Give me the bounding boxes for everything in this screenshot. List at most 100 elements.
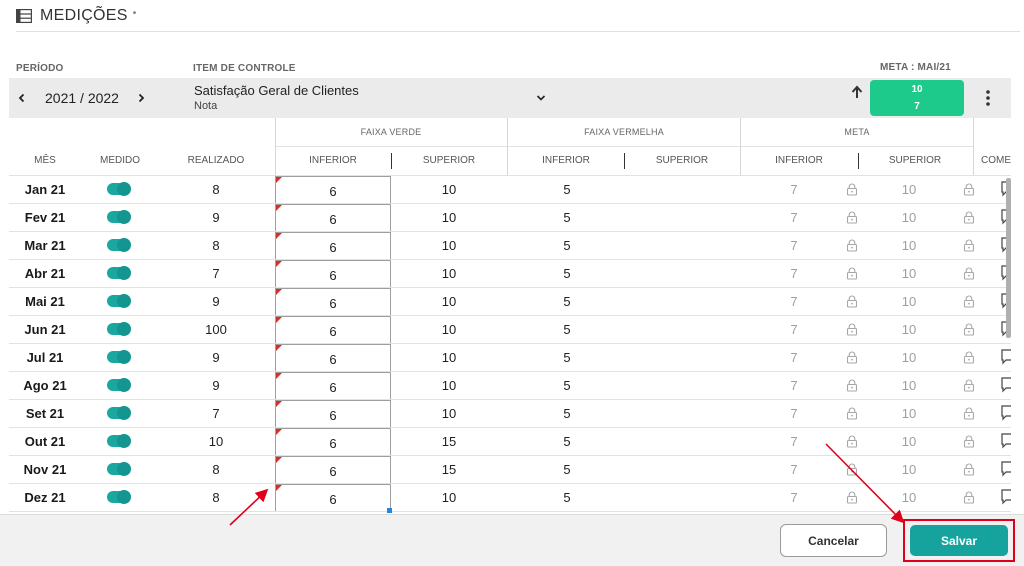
cell-verde-superior[interactable]: 10 bbox=[391, 400, 507, 428]
cell-verde-superior[interactable]: 10 bbox=[391, 260, 507, 288]
cell-vermelha-inferior[interactable]: 5 bbox=[509, 176, 625, 204]
cell-realizado[interactable]: 7 bbox=[179, 260, 253, 288]
cell-realizado[interactable]: 8 bbox=[179, 484, 253, 512]
table-row: Dez 21 8 6 10 5 7 10 bbox=[9, 484, 1011, 512]
verde-inferior-input[interactable]: 6 bbox=[275, 204, 391, 232]
cell-vermelha-inferior[interactable]: 5 bbox=[509, 372, 625, 400]
cell-verde-superior[interactable]: 10 bbox=[391, 288, 507, 316]
toggle-switch[interactable] bbox=[107, 434, 131, 448]
verde-inferior-input[interactable]: 6 bbox=[275, 288, 391, 316]
cell-verde-superior[interactable]: 10 bbox=[391, 344, 507, 372]
cell-vermelha-inferior[interactable]: 5 bbox=[509, 344, 625, 372]
toggle-switch[interactable] bbox=[107, 266, 131, 280]
more-vert-icon bbox=[986, 90, 990, 106]
cell-vermelha-inferior[interactable]: 5 bbox=[509, 204, 625, 232]
cell-vermelha-inferior[interactable]: 5 bbox=[509, 456, 625, 484]
cell-verde-superior[interactable]: 15 bbox=[391, 456, 507, 484]
cell-realizado[interactable]: 9 bbox=[179, 204, 253, 232]
verde-inferior-input[interactable]: 6 bbox=[275, 372, 391, 400]
cell-verde-superior[interactable]: 10 bbox=[391, 176, 507, 204]
cell-vermelha-inferior[interactable]: 5 bbox=[509, 288, 625, 316]
toggle-switch[interactable] bbox=[107, 490, 131, 504]
cell-meta-inferior: 7 bbox=[790, 322, 798, 337]
medido-toggle[interactable] bbox=[105, 288, 135, 316]
cell-realizado[interactable]: 8 bbox=[179, 176, 253, 204]
toggle-switch[interactable] bbox=[107, 406, 131, 420]
table-row: Out 21 10 6 15 5 7 10 bbox=[9, 428, 1011, 456]
more-options-button[interactable] bbox=[979, 87, 997, 109]
next-period-button[interactable] bbox=[131, 88, 151, 108]
cell-realizado[interactable]: 10 bbox=[179, 428, 253, 456]
cell-realizado[interactable]: 8 bbox=[179, 232, 253, 260]
medido-toggle[interactable] bbox=[105, 400, 135, 428]
medido-toggle[interactable] bbox=[105, 456, 135, 484]
toggle-switch[interactable] bbox=[107, 294, 131, 308]
toggle-switch[interactable] bbox=[107, 350, 131, 364]
cell-vermelha-inferior[interactable]: 5 bbox=[509, 260, 625, 288]
cell-realizado[interactable]: 9 bbox=[179, 288, 253, 316]
cell-vermelha-inferior[interactable]: 5 bbox=[509, 484, 625, 512]
lock-icon bbox=[963, 491, 975, 504]
cell-meta-inferior: 7 bbox=[790, 238, 798, 253]
verde-inferior-input[interactable]: 6 bbox=[275, 232, 391, 260]
comment-button[interactable] bbox=[1000, 484, 1011, 512]
cell-vermelha-inferior[interactable]: 5 bbox=[509, 400, 625, 428]
comment-button[interactable] bbox=[1000, 372, 1011, 400]
verde-inferior-input[interactable]: 6 bbox=[275, 456, 391, 484]
toggle-switch[interactable] bbox=[107, 378, 131, 392]
verde-inferior-input[interactable]: 6 bbox=[275, 260, 391, 288]
cell-realizado[interactable]: 8 bbox=[179, 456, 253, 484]
cancel-button[interactable]: Cancelar bbox=[780, 524, 887, 557]
cell-meta-inferior: 7 bbox=[790, 434, 798, 449]
cell-verde-superior[interactable]: 15 bbox=[391, 428, 507, 456]
comment-icon bbox=[1001, 349, 1011, 365]
verde-inferior-input[interactable]: 6 bbox=[275, 316, 391, 344]
verde-inferior-input[interactable]: 6 bbox=[275, 400, 391, 428]
cell-meta-inferior: 7 bbox=[790, 182, 798, 197]
toggle-switch[interactable] bbox=[107, 322, 131, 336]
vertical-scrollbar[interactable] bbox=[1006, 178, 1011, 338]
meta-superior-lock bbox=[962, 232, 976, 260]
comment-button[interactable] bbox=[1000, 400, 1011, 428]
verde-inferior-input[interactable]: 6 bbox=[275, 344, 391, 372]
toggle-switch[interactable] bbox=[107, 238, 131, 252]
cell-verde-superior[interactable]: 10 bbox=[391, 232, 507, 260]
medido-toggle[interactable] bbox=[105, 232, 135, 260]
medido-toggle[interactable] bbox=[105, 372, 135, 400]
control-bar: 2021 / 2022 Satisfação Geral de Clientes… bbox=[9, 78, 1011, 118]
cell-verde-superior[interactable]: 10 bbox=[391, 484, 507, 512]
medido-toggle[interactable] bbox=[105, 204, 135, 232]
cell-verde-superior[interactable]: 10 bbox=[391, 204, 507, 232]
cell-vermelha-inferior[interactable]: 5 bbox=[509, 428, 625, 456]
medido-toggle[interactable] bbox=[105, 344, 135, 372]
item-select-dropdown[interactable] bbox=[533, 90, 549, 106]
medido-toggle[interactable] bbox=[105, 176, 135, 204]
medido-toggle[interactable] bbox=[105, 316, 135, 344]
cell-mes: Abr 21 bbox=[24, 266, 66, 281]
medido-toggle[interactable] bbox=[105, 428, 135, 456]
medido-toggle[interactable] bbox=[105, 260, 135, 288]
toggle-switch[interactable] bbox=[107, 210, 131, 224]
cell-verde-superior[interactable]: 10 bbox=[391, 372, 507, 400]
medido-toggle[interactable] bbox=[105, 484, 135, 512]
cell-realizado[interactable]: 9 bbox=[179, 372, 253, 400]
previous-period-button[interactable] bbox=[12, 88, 32, 108]
toggle-switch[interactable] bbox=[107, 182, 131, 196]
save-button[interactable]: Salvar bbox=[910, 525, 1008, 556]
cell-realizado[interactable]: 7 bbox=[179, 400, 253, 428]
cell-verde-superior[interactable]: 10 bbox=[391, 316, 507, 344]
cell-vermelha-inferior[interactable]: 5 bbox=[509, 232, 625, 260]
control-item-name[interactable]: Satisfação Geral de Clientes bbox=[194, 83, 359, 98]
verde-inferior-input[interactable]: 6 bbox=[275, 428, 391, 456]
comment-button[interactable] bbox=[1000, 344, 1011, 372]
cell-meta-superior: 10 bbox=[901, 490, 917, 505]
verde-inferior-input[interactable]: 6 bbox=[275, 484, 391, 512]
comment-button[interactable] bbox=[1000, 456, 1011, 484]
comment-button[interactable] bbox=[1000, 428, 1011, 456]
cell-realizado[interactable]: 9 bbox=[179, 344, 253, 372]
cell-vermelha-inferior[interactable]: 5 bbox=[509, 316, 625, 344]
cell-realizado[interactable]: 100 bbox=[179, 316, 253, 344]
toggle-switch[interactable] bbox=[107, 462, 131, 476]
arrow-up-icon bbox=[851, 85, 863, 98]
verde-inferior-input[interactable]: 6 bbox=[275, 176, 391, 204]
